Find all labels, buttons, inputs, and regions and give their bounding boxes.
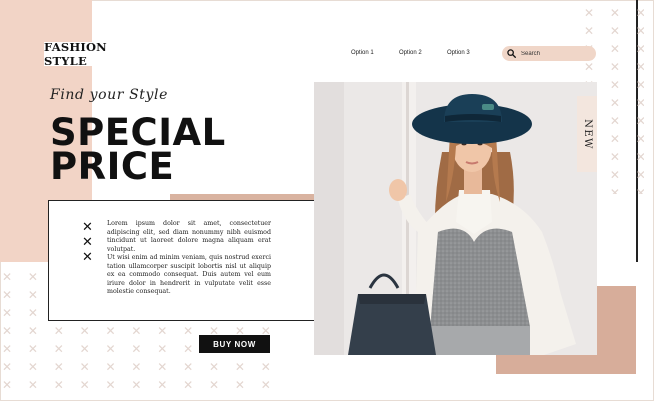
description-paragraph-2: Ut wisi enim ad minim veniam, quis nostr… [107,254,271,296]
headline-line-2: PRICE [50,145,175,188]
x-mark-icon: ✕ [82,220,93,235]
search-icon [507,49,516,58]
model-illustration [314,82,597,355]
tagline: Find your Style [50,87,169,103]
x-mark-icon: ✕ [82,250,93,265]
x-marks: ✕ ✕ ✕ [82,220,94,265]
nav-option-1[interactable]: Option 1 [351,50,374,56]
description-paragraph-1: Lorem ipsum dolor sit amet, consectetuer… [107,220,271,253]
new-badge-label: NEW [581,118,593,150]
logo[interactable]: FASHION STYLE [44,40,148,68]
buy-now-button[interactable]: BUY NOW [199,335,270,353]
nav-option-2[interactable]: Option 2 [399,50,422,56]
x-mark-icon: ✕ [82,235,93,250]
nav-option-3[interactable]: Option 3 [447,50,470,56]
search-input[interactable] [521,50,591,57]
new-badge: NEW [577,96,597,172]
search-bar[interactable] [502,46,596,61]
model-photo [314,82,597,355]
